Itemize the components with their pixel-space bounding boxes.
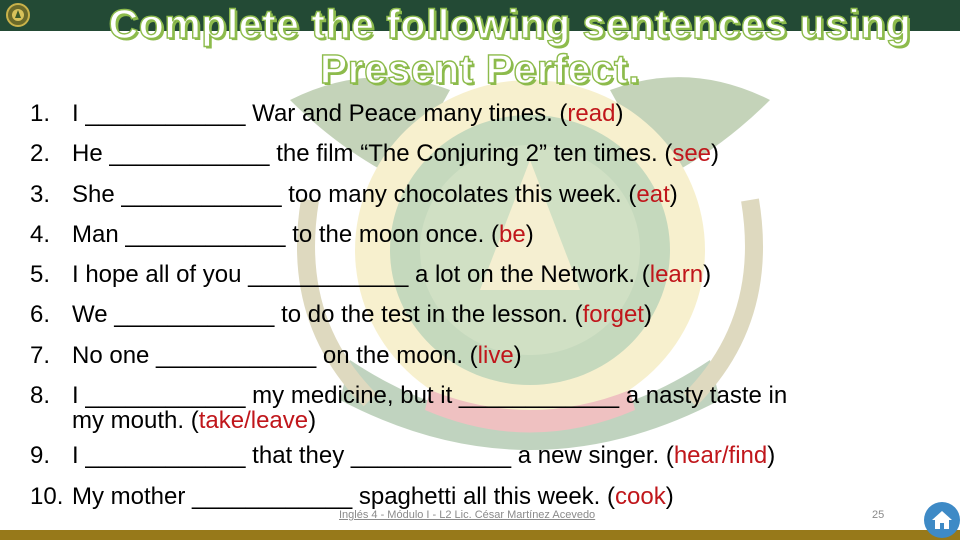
sentence-text: I ____________ that they ____________ a …	[72, 442, 674, 470]
sentence-text: )	[643, 301, 652, 329]
sentence-text: We ____________ to do the test in the le…	[72, 301, 583, 329]
exercise-list: 1. I ____________ War and Peace many time…	[30, 94, 930, 517]
title-line-1: Complete the following sentences using	[108, 1, 912, 47]
footer-band	[0, 530, 960, 540]
verb-hint: eat	[636, 180, 670, 208]
sentence-text: )	[513, 341, 522, 369]
exercise-item: 7. No one ____________ on the moon. (live…	[30, 336, 930, 376]
exercise-number: 10.	[30, 482, 64, 510]
sentence-text: )	[525, 220, 534, 248]
exercise-number: 1.	[30, 100, 51, 127]
sentence-text: She ____________ too many chocolates thi…	[72, 180, 637, 208]
page-number: 25	[872, 509, 885, 521]
exercise-number: 8.	[30, 382, 51, 410]
verb-hint: read	[567, 100, 616, 127]
sentence-text: I ____________ War and Peace many times.…	[72, 100, 568, 127]
sentence-text: My mother ____________ spaghetti all thi…	[72, 482, 615, 510]
exercise-item: 9. I ____________ that they ____________ …	[30, 436, 930, 476]
verb-hint: hear/find	[673, 442, 768, 470]
verb-hint: take/leave	[198, 407, 309, 435]
title-line-2: Present Perfect.	[319, 46, 641, 92]
sentence-text: )	[703, 261, 712, 289]
exercise-item: 4. Man ____________ to the moon once. (be…	[30, 215, 930, 255]
footer-credit: Inglés 4 - Módulo I - L2 Lic. César Mart…	[339, 509, 596, 521]
exercise-number: 3.	[30, 180, 51, 208]
verb-hint: forget	[582, 301, 644, 329]
exercise-number: 4.	[30, 220, 51, 248]
sentence-text: I ____________ my medicine, but it _____…	[72, 382, 788, 410]
exercise-item: 8. I ____________ my medicine, but it ___…	[30, 376, 930, 436]
verb-hint: live	[477, 341, 514, 369]
exercise-number: 5.	[30, 261, 51, 289]
verb-hint: learn	[649, 261, 704, 289]
sentence-continuation: my mouth. (take/leave)	[72, 406, 930, 436]
sentence-text: )	[669, 180, 678, 208]
sentence-text: I hope all of you ____________ a lot on …	[72, 261, 650, 289]
sentence-text: )	[615, 100, 624, 127]
exercise-item: 6. We ____________ to do the test in the …	[30, 295, 930, 335]
exercise-item: 5. I hope all of you ____________ a lot o…	[30, 255, 930, 295]
exercise-item: 3. She ____________ too many chocolates t…	[30, 175, 930, 215]
sentence-text: )	[308, 407, 317, 435]
sentence-text: )	[665, 482, 674, 510]
slide-title: Complete the following sentences using P…	[0, 1, 960, 92]
exercise-number: 9.	[30, 442, 51, 470]
sentence-text: No one ____________ on the moon. (	[72, 341, 478, 369]
home-button[interactable]	[924, 502, 960, 538]
exercise-item: 1. I ____________ War and Peace many time…	[30, 94, 930, 134]
verb-hint: see	[672, 140, 712, 168]
exercise-number: 6.	[30, 301, 51, 329]
verb-hint: be	[498, 220, 526, 248]
sentence-text: He ____________ the film “The Conjuring …	[72, 140, 673, 168]
exercise-item: 2. He ____________ the film “The Conjurin…	[30, 134, 930, 174]
verb-hint: cook	[615, 482, 666, 510]
exercise-number: 7.	[30, 341, 51, 369]
sentence-text: Man ____________ to the moon once. (	[72, 220, 499, 248]
sentence-text: )	[711, 140, 720, 168]
home-icon	[932, 511, 952, 529]
exercise-number: 2.	[30, 140, 51, 168]
sentence-text: )	[767, 442, 776, 470]
sentence-text: my mouth. (	[72, 407, 199, 435]
